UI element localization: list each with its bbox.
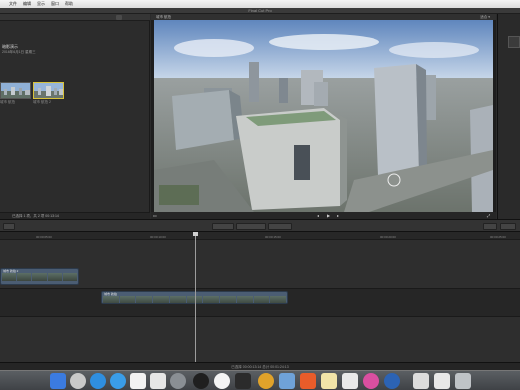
- text-document-icon[interactable]: [413, 373, 429, 389]
- index-button[interactable]: [3, 223, 15, 230]
- timeline-ruler[interactable]: 00:00:05:00 00:00:10:00 00:00:15:00 00:0…: [0, 232, 520, 240]
- qq-icon[interactable]: [193, 373, 209, 389]
- previous-frame-icon[interactable]: ◂: [317, 213, 319, 218]
- chrome-icon[interactable]: [258, 373, 274, 389]
- viewer-pane: 城市 航拍 适合 ▾ ▭ ◂ ▶ ▸ ⤢: [151, 14, 496, 219]
- menu-item-file[interactable]: 文件: [9, 0, 17, 8]
- clip-filmstrip: [1, 273, 78, 281]
- thumbnail-label: 城市 航拍: [0, 100, 15, 104]
- clip-thumbnail[interactable]: [0, 82, 31, 99]
- trash-icon[interactable]: [455, 373, 471, 389]
- file-icon[interactable]: [434, 373, 450, 389]
- xmind-icon[interactable]: [300, 373, 316, 389]
- viewer-controls: ▭ ◂ ▶ ▸ ⤢: [151, 212, 496, 219]
- edit-mode-button[interactable]: [212, 223, 234, 230]
- menu-item-help[interactable]: 帮助: [65, 0, 73, 8]
- notes-icon[interactable]: [321, 373, 337, 389]
- playhead[interactable]: [195, 232, 196, 370]
- ruler-tick: 00:00:10:00: [150, 235, 166, 239]
- itunes-icon[interactable]: [363, 373, 379, 389]
- safari-icon[interactable]: [90, 373, 106, 389]
- event-date: 2016年6月1日 星期三: [2, 50, 36, 54]
- inspector-pane: [497, 14, 520, 219]
- ruler-tick: 00:00:15:00: [265, 235, 281, 239]
- fullscreen-icon[interactable]: ⤢: [487, 213, 490, 218]
- finder-icon[interactable]: [50, 373, 66, 389]
- menu-bar: 文件 编辑 显示 窗口 帮助: [0, 0, 520, 8]
- menu-item-edit[interactable]: 编辑: [23, 0, 31, 8]
- thumbnail-label: 城市 航拍 2: [33, 100, 51, 104]
- menu-item-view[interactable]: 显示: [37, 0, 45, 8]
- app-store-icon[interactable]: [110, 373, 126, 389]
- mail-icon[interactable]: [279, 373, 295, 389]
- browser-pane: 暗影演示 2016年6月1日 星期三 城市 航拍 城市 航拍 2 已选择 1 项…: [0, 14, 150, 219]
- viewer-clip-name: 城市 航拍: [156, 15, 171, 19]
- timeline-clip[interactable]: 城市 航拍 2: [0, 268, 79, 285]
- quicktime-icon[interactable]: [384, 373, 400, 389]
- ruler-tick: 00:00:05:00: [36, 235, 52, 239]
- timeline-footer: 已选择 00:00:13:14 总计 00:01:24:13: [0, 362, 520, 370]
- viewer-image: [154, 20, 493, 212]
- documents-icon[interactable]: [342, 373, 358, 389]
- browser-toolbar: [0, 14, 150, 21]
- browser-status: 已选择 1 项，共 2 项 00:13:14: [0, 212, 150, 219]
- next-frame-icon[interactable]: ▸: [337, 213, 339, 218]
- audio-meter-button[interactable]: [483, 223, 497, 230]
- effects-button[interactable]: [500, 223, 516, 230]
- google-chrome-icon[interactable]: [214, 373, 230, 389]
- launchpad-icon[interactable]: [70, 373, 86, 389]
- ruler-tick: 00:00:25:00: [490, 235, 506, 239]
- timecode-display[interactable]: [268, 223, 292, 230]
- clapper-icon[interactable]: [235, 373, 251, 389]
- search-icon[interactable]: [116, 15, 122, 20]
- clip-thumbnail-selected[interactable]: [33, 82, 64, 99]
- play-icon[interactable]: ▶: [327, 213, 330, 218]
- inspector-tab[interactable]: [508, 36, 520, 48]
- timeline-nav-button[interactable]: [236, 223, 266, 230]
- view-options-icon[interactable]: ▭: [153, 213, 157, 218]
- menu-item-window[interactable]: 窗口: [51, 0, 59, 8]
- ruler-tick: 00:00:20:00: [380, 235, 396, 239]
- timeline[interactable]: 00:00:05:00 00:00:10:00 00:00:15:00 00:0…: [0, 232, 520, 370]
- preview-icon[interactable]: [150, 373, 166, 389]
- playhead-handle[interactable]: [193, 232, 198, 236]
- calendar-icon[interactable]: [130, 373, 146, 389]
- system-preferences-icon[interactable]: [170, 373, 186, 389]
- middle-toolbar: [0, 219, 520, 232]
